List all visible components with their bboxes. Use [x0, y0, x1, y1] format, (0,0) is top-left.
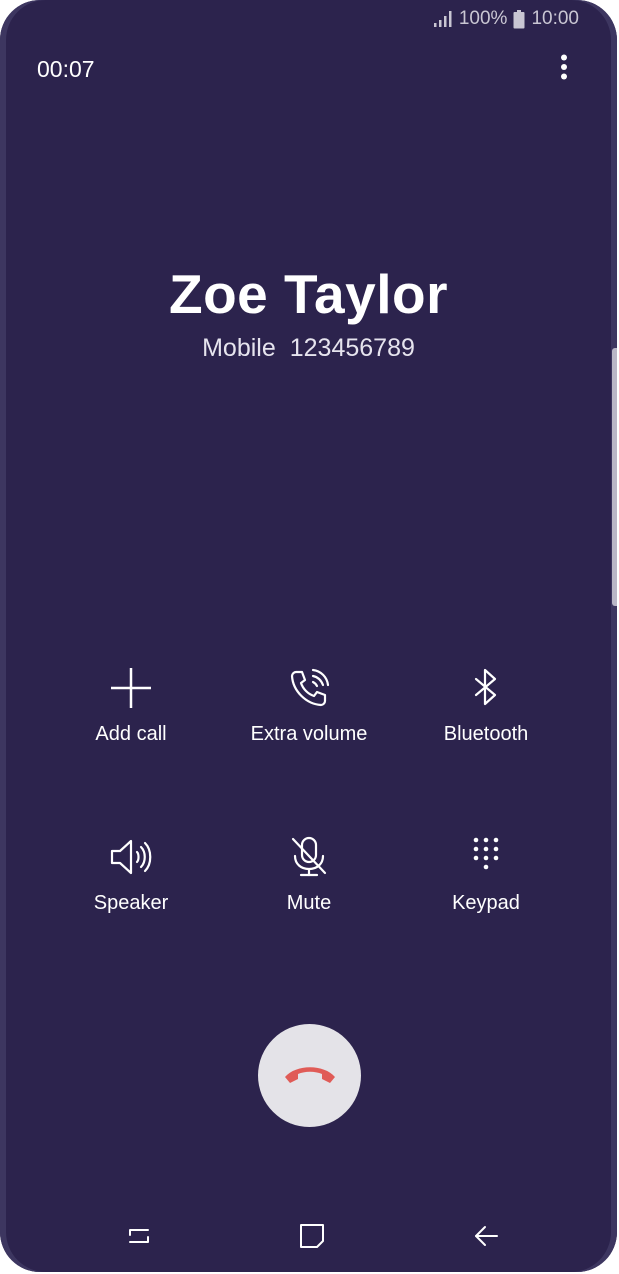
home-icon [299, 1223, 325, 1254]
more-vertical-icon [560, 54, 568, 85]
extra-volume-label: Extra volume [250, 723, 368, 745]
extra-volume-button[interactable]: Extra volume [219, 665, 399, 746]
signal-icon [433, 10, 453, 28]
call-screen: 100% 10:00 00:07 Zoe Taylor Mobile 123456… [0, 0, 617, 1272]
call-duration: 00:07 [37, 56, 95, 82]
mic-off-icon [286, 834, 332, 880]
speaker-label: Speaker [93, 892, 169, 914]
bluetooth-button[interactable]: Bluetooth [396, 665, 576, 746]
add-call-button[interactable]: Add call [41, 665, 221, 746]
more-options-button[interactable] [552, 54, 576, 84]
bluetooth-icon [463, 665, 509, 711]
status-bar: 100% 10:00 [433, 8, 579, 30]
caller-name: Zoe Taylor [168, 263, 449, 325]
keypad-button[interactable]: Keypad [396, 834, 576, 915]
phone-hangup-icon [282, 1061, 338, 1090]
phone-volume-icon [286, 665, 332, 711]
end-call-button[interactable] [258, 1024, 361, 1127]
mute-button[interactable]: Mute [219, 834, 399, 915]
speaker-icon [108, 834, 154, 880]
mute-label: Mute [286, 892, 332, 914]
status-time: 10:00 [531, 8, 579, 29]
caller-number-row: Mobile 123456789 [0, 334, 617, 363]
back-icon [473, 1224, 499, 1253]
bluetooth-label: Bluetooth [443, 723, 529, 745]
speaker-button[interactable]: Speaker [41, 834, 221, 915]
dialpad-icon [463, 834, 509, 880]
home-button[interactable] [292, 1218, 332, 1258]
number-type: Mobile [202, 334, 276, 362]
plus-icon [108, 665, 154, 711]
battery-icon [513, 9, 525, 29]
back-button[interactable] [466, 1218, 506, 1258]
caller-number: 123456789 [289, 334, 415, 362]
keypad-label: Keypad [452, 892, 520, 914]
recent-apps-icon [126, 1224, 152, 1253]
battery-percent: 100% [458, 8, 508, 29]
edge-panel-handle[interactable] [612, 348, 617, 606]
add-call-label: Add call [95, 723, 167, 745]
recent-apps-button[interactable] [119, 1218, 159, 1258]
